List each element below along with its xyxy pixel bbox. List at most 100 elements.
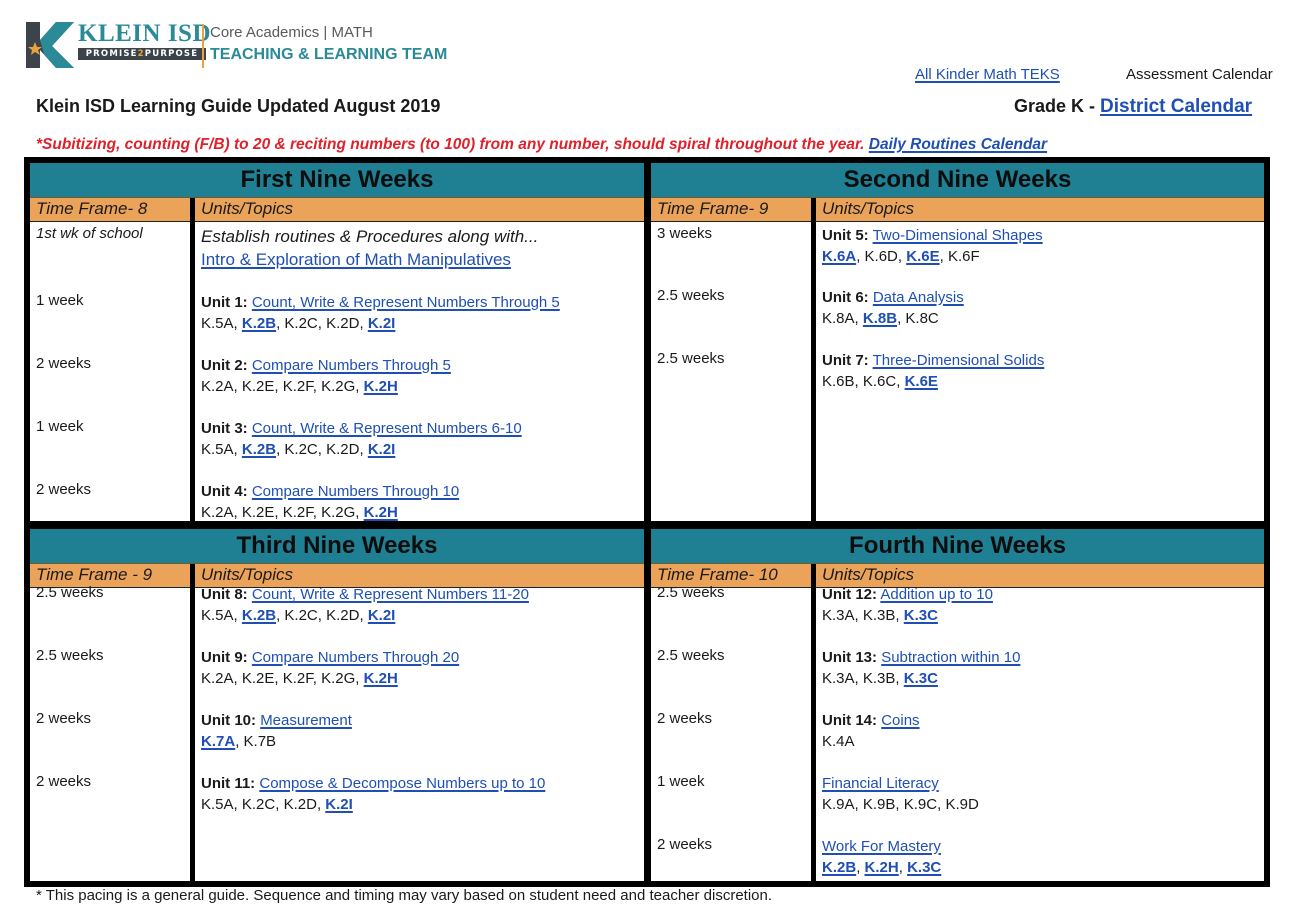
table-row: 2 weeks Unit 4: Compare Numbers Through 1… [30,481,644,521]
unit-topic-link[interactable]: Data Analysis [873,289,964,306]
row-duration: 2.5 weeks [36,584,104,601]
table-row: 2.5 weeks Unit 12: Addition up to 10 K.3A,… [651,584,1264,647]
district-calendar-link[interactable]: District Calendar [1100,96,1252,117]
unit-standards-line: K.8A, K.8B, K.8C [822,310,939,327]
standard-code: K.2C [284,441,318,458]
unit-topic-link[interactable]: Count, Write & Represent Numbers 6-10 [252,420,522,437]
quarter-section: First Nine Weeks Time Frame- 8 Units/Topic… [30,163,644,521]
standard-link[interactable]: K.2B [242,607,276,624]
row-duration: 2.5 weeks [657,287,725,304]
logo-divider [202,24,204,68]
unit-title-line: Unit 3: Count, Write & Represent Numbers… [201,418,522,439]
unit-topic-link[interactable]: Two-Dimensional Shapes [873,227,1043,244]
standard-link[interactable]: K.2H [364,378,398,395]
table-row: 2 weeks Work For Mastery K.2B, K.2H, K.3C [651,836,1264,881]
unit-topic-link[interactable]: Addition up to 10 [880,586,993,603]
unit-standards-line: K.5A, K.2B, K.2C, K.2D, K.2I [201,607,396,624]
unit-number: Unit 1: [201,294,248,311]
standard-link[interactable]: K.2B [822,859,856,876]
quarter-section: Third Nine Weeks Time Frame - 9 Units/Topi… [30,529,644,881]
unit-topic-link[interactable]: Count, Write & Represent Numbers Through… [252,294,560,311]
standard-code: K.7B [243,733,277,750]
row-duration: 1st wk of school [36,225,143,242]
grade-label: Grade K - [1014,96,1101,116]
standard-link[interactable]: K.2I [368,315,396,332]
standard-code: K.3B [862,607,896,624]
unit-topic-link[interactable]: Compare Numbers Through 10 [252,483,459,500]
daily-routines-calendar-link[interactable]: Daily Routines Calendar [869,136,1047,153]
unit-topic-link[interactable]: Financial Literacy [822,775,939,792]
unit-title-line: Unit 10: Measurement [201,710,352,731]
standard-link[interactable]: K.6E [906,248,939,265]
unit-standards-line: K.3A, K.3B, K.3C [822,670,938,687]
unit-number: Unit 8: [201,586,248,603]
row-unit: Establish routines & Procedures along wi… [201,225,538,272]
standard-code: K.3A [822,607,855,624]
unit-topic-link[interactable]: Subtraction within 10 [881,649,1020,666]
unit-topic-link[interactable]: Measurement [260,712,352,729]
unit-standards-line: K.5A, K.2B, K.2C, K.2D, K.2I [201,441,396,458]
standard-link[interactable]: K.7A [201,733,235,750]
standard-code: K.8A [822,310,855,327]
unit-topic-link[interactable]: Work For Mastery [822,838,941,855]
standard-link[interactable]: K.2B [242,315,276,332]
unit-title-line: Unit 8: Count, Write & Represent Numbers… [201,584,529,605]
standard-link[interactable]: K.8B [863,310,897,327]
standard-code: K.6C [862,373,897,390]
table-row: 2.5 weeks Unit 6: Data Analysis K.8A, K.8B… [651,287,1264,350]
units-topics-header: Units/Topics [201,199,293,218]
standard-link[interactable]: K.2I [325,796,353,813]
standard-link[interactable]: K.6A [822,248,856,265]
standard-code: K.2F [282,504,313,521]
standard-code: K.9C [903,796,938,813]
standard-link[interactable]: K.2I [368,607,396,624]
page-title: Klein ISD Learning Guide Updated August … [36,96,441,116]
standard-link[interactable]: K.2H [364,670,398,687]
klein-k-logo-icon [26,22,74,68]
unit-number: Unit 10: [201,712,257,729]
unit-title-line: Financial Literacy [822,773,979,794]
standard-code: K.2G [321,670,356,687]
table-row: 1 week Financial Literacy K.9A, K.9B, K.9C… [651,773,1264,836]
unit-number: Unit 9: [201,649,248,666]
standard-link[interactable]: K.3C [904,670,938,687]
table-row: 2 weeks Unit 11: Compose & Decompose Numb… [30,773,644,836]
standard-code: K.5A [201,796,234,813]
unit-number: Unit 14: [822,712,878,729]
all-kinder-math-teks-link[interactable]: All Kinder Math TEKS [915,66,1060,83]
unit-number: Unit 7: [822,352,869,369]
standard-code: K.9A [822,796,855,813]
unit-topic-link[interactable]: Coins [881,712,919,729]
standard-code: K.6F [947,248,980,265]
footer-note: * This pacing is a general guide. Sequen… [36,887,773,904]
row-unit: Unit 11: Compose & Decompose Numbers up … [201,773,545,815]
spiral-note: *Subitizing, counting (F/B) to 20 & reci… [36,136,1047,154]
row-duration: 1 week [36,292,84,309]
standard-link[interactable]: K.3C [907,859,941,876]
row-duration: 2 weeks [36,710,92,727]
standard-link[interactable]: K.2H [865,859,899,876]
standard-code: K.9B [862,796,896,813]
unit-topic-link[interactable]: Compose & Decompose Numbers up to 10 [259,775,545,792]
standard-code: K.2C [284,607,318,624]
unit-topic-link[interactable]: Count, Write & Represent Numbers 11-20 [252,586,529,603]
standard-link[interactable]: K.2I [368,441,396,458]
standard-link[interactable]: K.2H [364,504,398,521]
unit-topic-link[interactable]: Compare Numbers Through 5 [252,357,451,374]
row-unit: Unit 7: Three-Dimensional Solids K.6B, K.… [822,350,1044,392]
table-row: 2 weeks Unit 2: Compare Numbers Through 5… [30,355,644,418]
unit-topic-link[interactable]: Intro & Exploration of Math Manipulative… [201,250,511,269]
unit-number: Unit 6: [822,289,869,306]
row-unit: Unit 14: Coins K.4A [822,710,920,752]
standard-link[interactable]: K.3C [904,607,938,624]
standard-link[interactable]: K.6E [905,373,938,390]
standard-link[interactable]: K.2B [242,441,276,458]
unit-topic-link[interactable]: Three-Dimensional Solids [873,352,1045,369]
logo-tagline: PROMISE2PURPOSE [78,48,206,60]
row-unit: Unit 8: Count, Write & Represent Numbers… [201,584,529,626]
row-unit: Unit 13: Subtraction within 10 K.3A, K.3B… [822,647,1020,689]
standard-code: K.2C [241,796,276,813]
unit-standards-line: K.6B, K.6C, K.6E [822,373,938,390]
unit-standards-line: K.9A, K.9B, K.9C, K.9D [822,796,979,813]
unit-topic-link[interactable]: Compare Numbers Through 20 [252,649,459,666]
